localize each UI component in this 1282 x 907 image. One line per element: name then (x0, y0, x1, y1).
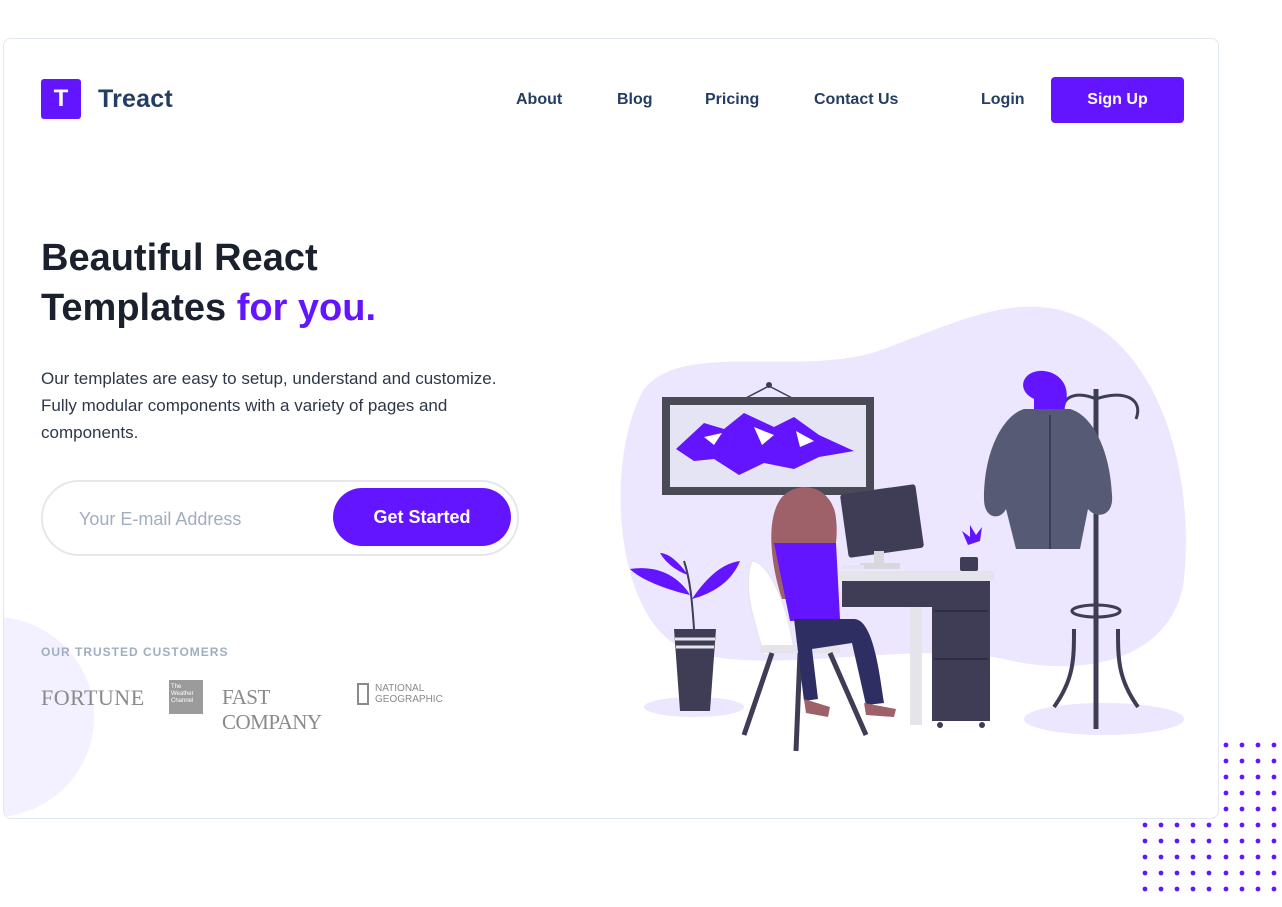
hero-headline: Beautiful React Templates for you. (41, 233, 376, 333)
headline-line-2: Templates (41, 287, 227, 329)
login-link[interactable]: Login (981, 90, 1025, 110)
signup-button[interactable]: Sign Up (1051, 77, 1184, 123)
email-input[interactable] (77, 504, 321, 534)
weather-channel-logo: The Weather Channel (169, 680, 203, 714)
email-signup-form: Get Started (41, 480, 519, 556)
fast-company-logo: FAST COMPANY (222, 685, 322, 734)
fortune-logo: FORTUNE (41, 685, 145, 710)
trusted-customers-label: OUR TRUSTED CUSTOMERS (41, 645, 229, 659)
get-started-button[interactable]: Get Started (333, 488, 511, 546)
headline-line-1: Beautiful React (41, 237, 318, 279)
nav-link-contact[interactable]: Contact Us (814, 90, 898, 110)
brand-name: Treact (98, 84, 173, 113)
national-geographic-logo: NATIONAL GEOGRAPHIC (357, 683, 445, 705)
nav-link-blog[interactable]: Blog (617, 90, 653, 110)
hero-description: Our templates are easy to setup, underst… (41, 369, 497, 442)
brand-logo[interactable]: T Treact (41, 79, 173, 119)
hero-card: T Treact About Blog Pricing Contact Us L… (3, 38, 1219, 819)
logo-mark-icon: T (41, 79, 81, 119)
nav-link-pricing[interactable]: Pricing (705, 90, 759, 110)
natgeo-text: NATIONAL GEOGRAPHIC (375, 683, 443, 705)
woman-at-desk-illustration-icon (620, 306, 1186, 752)
natgeo-frame-icon (357, 683, 369, 705)
dot-pattern (1142, 742, 1277, 892)
headline-accent: for you. (236, 287, 377, 329)
nav-link-about[interactable]: About (516, 90, 562, 110)
dot-grid (1142, 742, 1277, 892)
